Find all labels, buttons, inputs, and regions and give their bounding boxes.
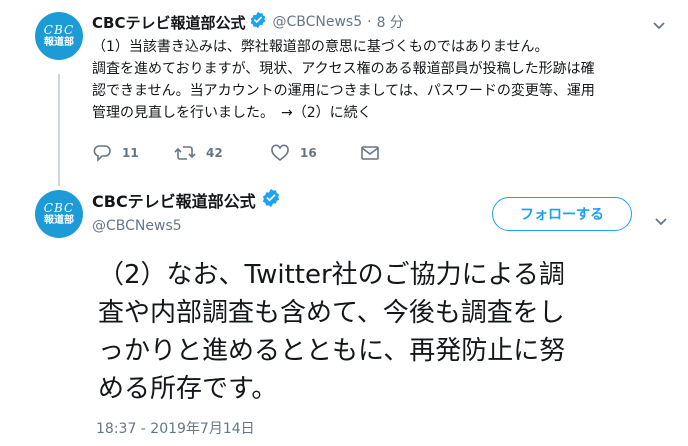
avatar[interactable]: CBC 報道部 <box>35 12 83 60</box>
display-name[interactable]: CBCテレビ報道部公式 <box>92 12 245 33</box>
avatar-logo: CBC <box>43 22 75 37</box>
tweet1-text: （1）当該書き込みは、弊社報道部の意思に基づくものではありません。 調査を進めて… <box>92 36 672 124</box>
separator-dot: · <box>367 14 372 30</box>
tweet-text-line: （1）当該書き込みは、弊社報道部の意思に基づくものではありません。 <box>92 39 549 55</box>
verified-badge-icon <box>249 11 267 33</box>
tweet-text-line: める所存です。 <box>98 374 278 404</box>
retweet-count: 42 <box>206 146 223 160</box>
avatar-logo: CBC <box>43 200 75 215</box>
like-count: 16 <box>300 146 317 160</box>
tweet1-actions: 11 42 16 <box>92 144 380 162</box>
reply-button[interactable]: 11 <box>92 144 174 162</box>
tweet-text-line: 認できません。当アカウントの運用につきましては、パスワードの変更等、運用 <box>92 83 595 99</box>
tweet1-header: CBCテレビ報道部公式 @CBCNews5 · 8 分 <box>92 11 404 33</box>
thread-line <box>58 74 60 186</box>
chevron-down-icon[interactable] <box>652 16 666 35</box>
reply-icon <box>92 144 112 162</box>
like-button[interactable]: 16 <box>270 144 360 162</box>
avatar[interactable]: CBC 報道部 <box>35 190 83 238</box>
avatar-label: 報道部 <box>44 214 74 226</box>
tweet-text-line: 査や内部調査も含めて、今後も調査をし <box>98 298 565 328</box>
dm-button[interactable] <box>360 145 380 161</box>
tweet-timestamp[interactable]: 18:37 - 2019年7月14日 <box>96 418 255 438</box>
follow-button[interactable]: フォローする <box>492 197 632 231</box>
tweet-time[interactable]: 8 分 <box>377 12 404 32</box>
verified-badge-icon <box>261 188 281 212</box>
retweet-button[interactable]: 42 <box>174 144 270 162</box>
display-name[interactable]: CBCテレビ報道部公式 <box>92 188 256 212</box>
reply-count: 11 <box>122 146 139 160</box>
chevron-down-icon[interactable] <box>654 212 668 231</box>
user-handle[interactable]: @CBCNews5 <box>92 218 182 234</box>
retweet-icon <box>174 144 196 162</box>
mail-icon <box>360 145 380 161</box>
user-handle[interactable]: @CBCNews5 <box>272 14 362 30</box>
tweet-text-line: 管理の見直しを行いました。 →（2）に続く <box>92 105 372 121</box>
tweet-text-line: っかりと進めるとともに、再発防止に努 <box>98 336 566 366</box>
tweet2-text: （2）なお、Twitter社のご協力による調 査や内部調査も含めて、今後も調査を… <box>98 256 678 408</box>
tweet-text-line: （2）なお、Twitter社のご協力による調 <box>98 260 565 290</box>
tweet2-header: CBCテレビ報道部公式 <box>92 188 281 212</box>
heart-icon <box>270 144 290 162</box>
tweet-text-line: 調査を進めておりますが、現状、アクセス権のある報道部員が投稿した形跡は確 <box>92 61 595 77</box>
avatar-label: 報道部 <box>44 36 74 48</box>
